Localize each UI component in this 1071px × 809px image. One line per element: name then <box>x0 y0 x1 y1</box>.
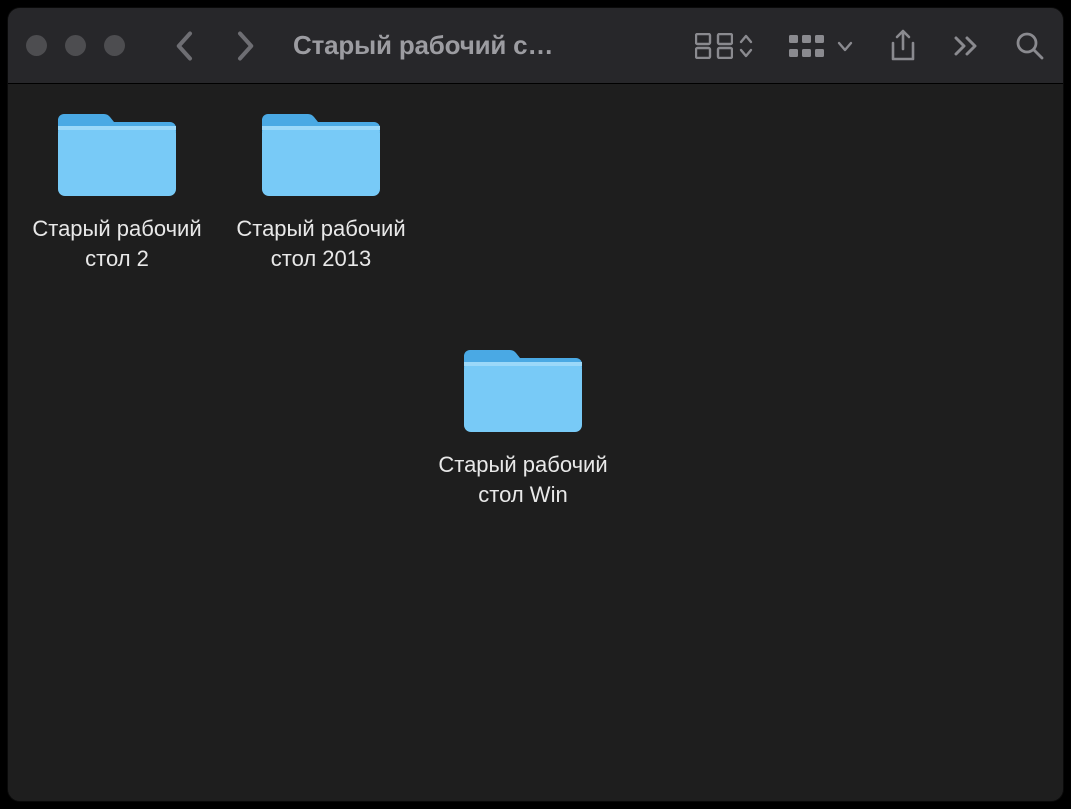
traffic-light-minimize[interactable] <box>65 35 86 56</box>
chevron-down-icon <box>837 39 853 53</box>
chevrons-right-icon <box>953 36 979 56</box>
group-button[interactable] <box>789 33 853 59</box>
chevron-updown-icon <box>739 33 753 59</box>
back-button[interactable] <box>169 30 201 62</box>
folder-icon <box>262 106 380 200</box>
window-title: Старый рабочий с… <box>293 30 553 61</box>
search-button[interactable] <box>1015 31 1045 61</box>
toolbar: Старый рабочий с… <box>8 8 1063 84</box>
folder-icon <box>58 106 176 200</box>
more-button[interactable] <box>953 36 979 56</box>
folder-label: Старый рабочий стол 2 <box>22 214 212 274</box>
forward-button[interactable] <box>229 30 261 62</box>
folder-item[interactable]: Старый рабочий стол 2 <box>22 106 212 274</box>
folder-label: Старый рабочий стол 2013 <box>226 214 416 274</box>
chevron-left-icon <box>175 31 195 61</box>
folder-item[interactable]: Старый рабочий стол 2013 <box>226 106 416 274</box>
share-icon <box>889 29 917 63</box>
folder-item[interactable]: Старый рабочий стол Win <box>428 342 618 510</box>
traffic-lights <box>26 35 125 56</box>
group-icon <box>789 33 831 59</box>
traffic-light-zoom[interactable] <box>104 35 125 56</box>
search-icon <box>1015 31 1045 61</box>
folder-icon <box>464 342 582 436</box>
toolbar-tools <box>695 29 1045 63</box>
folder-label: Старый рабочий стол Win <box>428 450 618 510</box>
share-button[interactable] <box>889 29 917 63</box>
nav-arrows <box>169 30 261 62</box>
finder-window: Старый рабочий с… <box>8 8 1063 801</box>
view-mode-button[interactable] <box>695 33 753 59</box>
traffic-light-close[interactable] <box>26 35 47 56</box>
icon-view[interactable]: Старый рабочий стол 2 Старый рабочий сто… <box>8 84 1063 801</box>
chevron-right-icon <box>235 31 255 61</box>
grid-icon <box>695 33 733 59</box>
